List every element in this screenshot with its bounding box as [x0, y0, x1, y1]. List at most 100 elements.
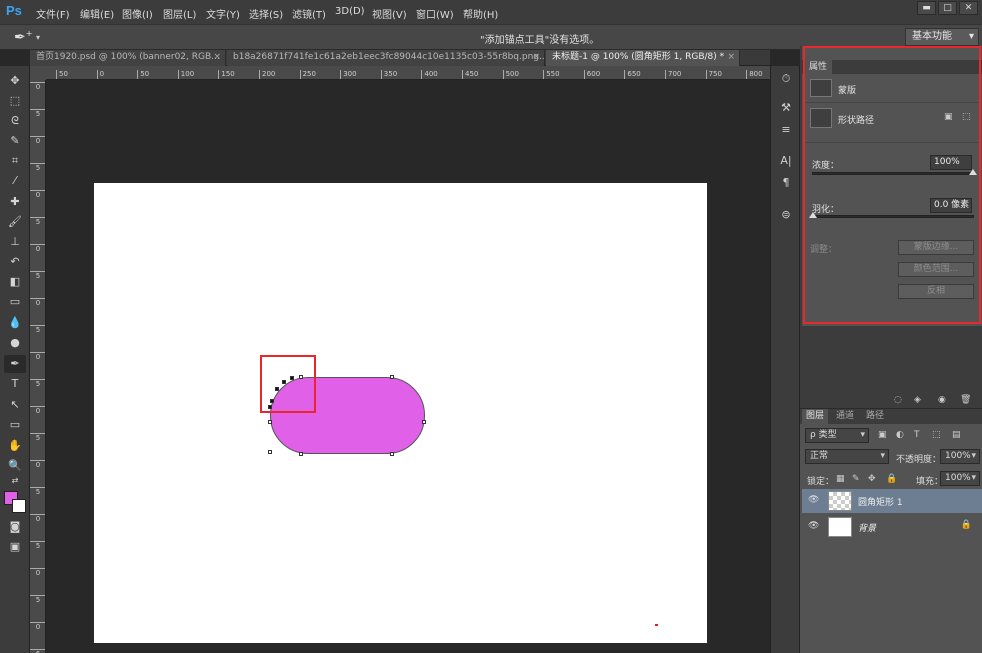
filter-pixel-icon[interactable]: ▣: [878, 430, 887, 440]
character-panel-icon[interactable]: A|: [777, 152, 795, 170]
menu-file[interactable]: 文件(F): [36, 6, 70, 21]
menu-filter[interactable]: 滤镜(T): [292, 6, 326, 21]
filter-shape-icon[interactable]: ⬚: [932, 430, 941, 440]
load-selection-icon[interactable]: ◌: [894, 395, 902, 405]
layer-name[interactable]: 圆角矩形 1: [858, 495, 903, 508]
layer-filter-select[interactable]: ρ 类型: [805, 428, 869, 443]
workspace-select[interactable]: 基本功能: [905, 28, 979, 46]
lasso-tool-icon[interactable]: ᘓ: [4, 112, 26, 130]
clone-stamp-tool-icon[interactable]: ⊥: [4, 233, 26, 251]
anchor-point[interactable]: [299, 452, 303, 456]
screen-mode-icon[interactable]: ▣: [4, 538, 26, 556]
vector-mask-icon[interactable]: [810, 108, 832, 128]
tab-document-2[interactable]: b18a26871f741fe1c61a2eb1eec3fc89044c10e1…: [227, 50, 545, 66]
anchor-point[interactable]: [390, 375, 394, 379]
tab-document-3[interactable]: 未标题-1 @ 100% (圆角矩形 1, RGB/8) * ×: [546, 50, 740, 66]
tab-document-1[interactable]: 首页1920.psd @ 100% (banner02, RGB... ×: [30, 50, 226, 66]
hand-tool-icon[interactable]: ✋: [4, 437, 26, 455]
tab-close-icon[interactable]: ×: [213, 50, 221, 65]
select-mask-icon[interactable]: ⬚: [962, 112, 971, 122]
slider-knob[interactable]: [969, 169, 977, 175]
ruler-origin[interactable]: [30, 66, 46, 80]
lock-position-icon[interactable]: ✥: [868, 474, 876, 484]
crop-tool-icon[interactable]: ⌗: [4, 152, 26, 170]
pen-plus-icon[interactable]: ✒+: [14, 29, 32, 46]
layer-name[interactable]: 背景: [858, 521, 876, 534]
blur-tool-icon[interactable]: 💧: [4, 314, 26, 332]
menu-view[interactable]: 视图(V): [372, 6, 407, 21]
eye-icon[interactable]: 👁: [808, 521, 819, 531]
dodge-tool-icon[interactable]: ●: [4, 334, 26, 352]
minimize-button[interactable]: ▬: [917, 1, 936, 15]
menu-image[interactable]: 图像(I): [122, 6, 153, 21]
eyedropper-tool-icon[interactable]: ⁄: [4, 172, 26, 190]
layer-row-rounded-rect[interactable]: 👁 圆角矩形 1: [802, 489, 982, 513]
tab-layers[interactable]: 图层: [802, 409, 829, 424]
brush-presets-panel-icon[interactable]: ≡: [777, 121, 795, 139]
history-brush-tool-icon[interactable]: ↶: [4, 253, 26, 271]
trash-icon[interactable]: 🗑: [960, 395, 971, 405]
close-button[interactable]: ✕: [959, 1, 978, 15]
tool-preset-dropdown-icon[interactable]: ▾: [36, 33, 40, 42]
tab-properties[interactable]: 属性: [804, 60, 833, 74]
lock-transparent-icon[interactable]: ▦: [836, 474, 845, 484]
feather-slider[interactable]: [809, 212, 974, 218]
maximize-button[interactable]: □: [938, 1, 957, 15]
gradient-tool-icon[interactable]: ▭: [4, 293, 26, 311]
slider-knob[interactable]: [809, 212, 817, 218]
color-range-button[interactable]: 颜色范围...: [898, 262, 974, 277]
menu-select[interactable]: 选择(S): [249, 6, 283, 21]
move-tool-icon[interactable]: ✥: [4, 72, 26, 90]
paragraph-panel-icon[interactable]: ¶: [777, 174, 795, 192]
menu-3d[interactable]: 3D(D): [335, 6, 365, 17]
fill-input[interactable]: 100%: [940, 471, 980, 486]
lock-pixels-icon[interactable]: ✎: [852, 474, 860, 484]
anchor-point[interactable]: [422, 420, 426, 424]
history-panel-icon[interactable]: ⏱: [777, 70, 795, 88]
density-input[interactable]: 100%: [930, 155, 972, 170]
tab-close-icon[interactable]: ×: [532, 50, 540, 65]
path-selection-tool-icon[interactable]: ↖: [4, 396, 26, 414]
anchor-point[interactable]: [268, 420, 272, 424]
horizontal-ruler[interactable]: 50 0 50 100 150 200 250 300 350 400 450 500 550 600 65…: [46, 66, 770, 80]
eraser-tool-icon[interactable]: ◧: [4, 273, 26, 291]
layer-row-background[interactable]: 👁 背景 🔒: [802, 515, 982, 539]
marquee-tool-icon[interactable]: ⬚: [4, 92, 26, 110]
density-slider[interactable]: [812, 169, 977, 175]
mask-icon[interactable]: [810, 79, 832, 97]
blend-mode-select[interactable]: 正常: [805, 449, 889, 464]
tab-paths[interactable]: 路径: [862, 409, 888, 424]
mask-edge-button[interactable]: 蒙版边缘...: [898, 240, 974, 255]
opacity-input[interactable]: 100%: [940, 449, 980, 464]
menu-type[interactable]: 文字(Y): [206, 6, 240, 21]
tab-channels[interactable]: 通道: [832, 409, 858, 424]
tab-close-icon[interactable]: ×: [727, 50, 735, 65]
quick-select-tool-icon[interactable]: ✎: [4, 132, 26, 150]
anchor-point[interactable]: [268, 450, 272, 454]
rectangle-tool-icon[interactable]: ▭: [4, 416, 26, 434]
quick-mask-icon[interactable]: ◙: [4, 518, 26, 536]
background-color-swatch[interactable]: [12, 499, 26, 513]
brush-tool-icon[interactable]: 🖌: [4, 213, 26, 231]
add-anchor-point-tool-icon[interactable]: ✒: [4, 355, 26, 373]
swap-colors-icon[interactable]: ⇄: [4, 475, 26, 487]
invert-button[interactable]: 反相: [898, 284, 974, 299]
clone-source-panel-icon[interactable]: ⊜: [777, 206, 795, 224]
zoom-tool-icon[interactable]: 🔍: [4, 457, 26, 475]
visibility-icon[interactable]: ◉: [938, 395, 946, 405]
healing-brush-tool-icon[interactable]: ✚: [4, 193, 26, 211]
filter-smart-object-icon[interactable]: ▤: [952, 430, 961, 440]
lock-all-icon[interactable]: 🔒: [886, 474, 897, 484]
vertical-ruler[interactable]: 0 5 0 5 0 5 0 5 0 5 0 5 0 5 0 5 0 5 0 5 0 6: [30, 80, 46, 653]
menu-edit[interactable]: 编辑(E): [80, 6, 114, 21]
menu-layer[interactable]: 图层(L): [163, 6, 196, 21]
filter-adjustment-icon[interactable]: ◐: [896, 430, 904, 440]
add-mask-icon[interactable]: ▣: [944, 112, 953, 122]
menu-window[interactable]: 窗口(W): [416, 6, 454, 21]
eye-icon[interactable]: 👁: [808, 495, 819, 505]
actions-panel-icon[interactable]: ⚒: [777, 99, 795, 117]
feather-input[interactable]: 0.0 像素: [930, 198, 972, 213]
type-tool-icon[interactable]: T: [4, 375, 26, 393]
canvas-area[interactable]: [46, 80, 770, 653]
menu-help[interactable]: 帮助(H): [463, 6, 498, 21]
